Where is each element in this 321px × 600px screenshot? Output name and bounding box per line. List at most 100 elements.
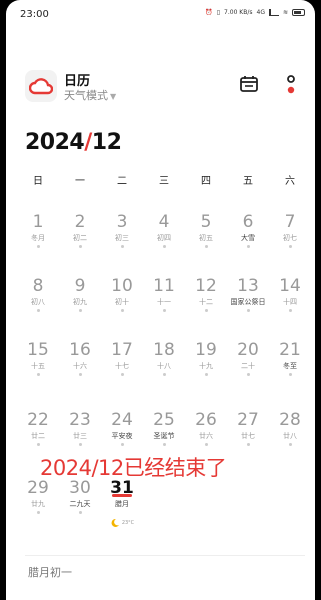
event-dot	[78, 511, 82, 514]
weekday-label: 四	[201, 176, 211, 187]
day-cell[interactable]: 12 十二	[184, 276, 228, 332]
status-time: 23:00	[20, 9, 49, 20]
event-dot	[36, 373, 40, 376]
event-dot	[162, 443, 166, 446]
event-dot	[288, 373, 292, 376]
day-number: 7	[284, 212, 296, 232]
more-icon[interactable]	[284, 72, 298, 98]
calendar-icon[interactable]	[238, 73, 260, 95]
lunar-label: 二十	[241, 362, 255, 370]
lunar-label: 腊月	[115, 500, 129, 508]
day-cell-today[interactable]: 31 腊月 23°C	[100, 478, 144, 534]
day-cell[interactable]: 15 十五	[16, 340, 60, 396]
today-indicator	[112, 494, 132, 497]
lunar-label: 初五	[199, 234, 213, 242]
day-cell[interactable]: 10 初十	[100, 276, 144, 332]
weekday-label: 二	[117, 176, 127, 187]
day-cell[interactable]: 18 十八	[142, 340, 186, 396]
event-dot	[36, 245, 40, 248]
day-number: 17	[111, 340, 133, 360]
day-cell[interactable]: 16 十六	[58, 340, 102, 396]
lunar-label: 十九	[199, 362, 213, 370]
day-cell[interactable]: 5 初五	[184, 212, 228, 268]
lunar-label: 廿三	[73, 432, 87, 440]
day-number: 3	[116, 212, 128, 232]
day-cell[interactable]: 29 廿九	[16, 478, 60, 534]
event-dot	[162, 309, 166, 312]
weekday-label: 六	[285, 176, 295, 187]
day-cell[interactable]: 21 冬至	[268, 340, 312, 396]
month-year: 2024	[25, 130, 85, 155]
day-cell[interactable]: 28 廿八	[268, 410, 312, 466]
day-cell[interactable]: 8 初八	[16, 276, 60, 332]
event-dot	[120, 443, 124, 446]
day-cell[interactable]: 6 大雪	[226, 212, 270, 268]
day-number: 16	[69, 340, 91, 360]
mode-selector[interactable]: 天气模式 ▼	[64, 87, 116, 103]
lunar-label: 廿八	[283, 432, 297, 440]
day-cell[interactable]: 14 十四	[268, 276, 312, 332]
day-number: 13	[237, 276, 259, 296]
day-number: 14	[279, 276, 301, 296]
battery-icon	[292, 9, 305, 16]
weekday-label: 五	[243, 176, 253, 187]
lunar-label: 大雪	[241, 234, 255, 242]
wifi-icon: ≋	[282, 9, 288, 16]
event-dot	[204, 373, 208, 376]
event-dot	[120, 373, 124, 376]
month-slash: /	[84, 130, 92, 155]
event-dot	[288, 309, 292, 312]
day-number: 1	[32, 212, 44, 232]
day-number: 21	[279, 340, 301, 360]
day-cell[interactable]: 20 二十	[226, 340, 270, 396]
lunar-label: 廿二	[31, 432, 45, 440]
day-number: 11	[153, 276, 175, 296]
status-icons: ⏰ ▯ 7.00 KB/s 4G ≋	[205, 9, 305, 16]
day-cell[interactable]: 27 廿七	[226, 410, 270, 466]
day-number: 24	[111, 410, 133, 430]
event-dot	[162, 245, 166, 248]
day-cell[interactable]: 7 初七	[268, 212, 312, 268]
day-number: 26	[195, 410, 217, 430]
day-cell[interactable]: 4 初四	[142, 212, 186, 268]
day-number: 15	[27, 340, 49, 360]
selected-lunar-date: 腊月初一	[28, 566, 72, 579]
weather-info: 23°C	[100, 513, 144, 532]
lunar-label: 初二	[73, 234, 87, 242]
event-dot	[78, 309, 82, 312]
event-dot	[120, 245, 124, 248]
day-number: 28	[279, 410, 301, 430]
overlay-message: 2024/12已经结束了	[40, 456, 227, 480]
day-cell[interactable]: 11 十一	[142, 276, 186, 332]
lunar-label: 初八	[31, 298, 45, 306]
event-dot	[246, 309, 250, 312]
vibrate-icon: ▯	[216, 9, 221, 16]
day-cell[interactable]: 13 国家公祭日	[226, 276, 270, 332]
lunar-label: 廿六	[199, 432, 213, 440]
day-number: 22	[27, 410, 49, 430]
lunar-label: 初十	[115, 298, 129, 306]
day-number: 2	[74, 212, 86, 232]
day-cell[interactable]: 2 初二	[58, 212, 102, 268]
lunar-label: 廿七	[241, 432, 255, 440]
day-cell[interactable]: 3 初三	[100, 212, 144, 268]
day-cell[interactable]: 1 冬月	[16, 212, 60, 268]
calendar-app-logo	[25, 70, 57, 102]
event-dot	[78, 373, 82, 376]
status-bar: 23:00 ⏰ ▯ 7.00 KB/s 4G ≋	[6, 0, 315, 30]
event-dot	[204, 443, 208, 446]
event-dot	[246, 373, 250, 376]
month-number: 12	[91, 130, 122, 155]
weekday-label: 三	[159, 176, 169, 187]
event-dot	[204, 309, 208, 312]
day-cell[interactable]: 30 二九天	[58, 478, 102, 534]
lunar-label: 初四	[157, 234, 171, 242]
day-number: 6	[242, 212, 254, 232]
lunar-label: 圣诞节	[153, 432, 175, 440]
day-number: 18	[153, 340, 175, 360]
day-cell[interactable]: 17 十七	[100, 340, 144, 396]
app-screen: 23:00 ⏰ ▯ 7.00 KB/s 4G ≋ 日历 天气模式 ▼ 2024/…	[6, 0, 315, 600]
day-cell[interactable]: 19 十九	[184, 340, 228, 396]
day-number: 20	[237, 340, 259, 360]
day-cell[interactable]: 9 初九	[58, 276, 102, 332]
